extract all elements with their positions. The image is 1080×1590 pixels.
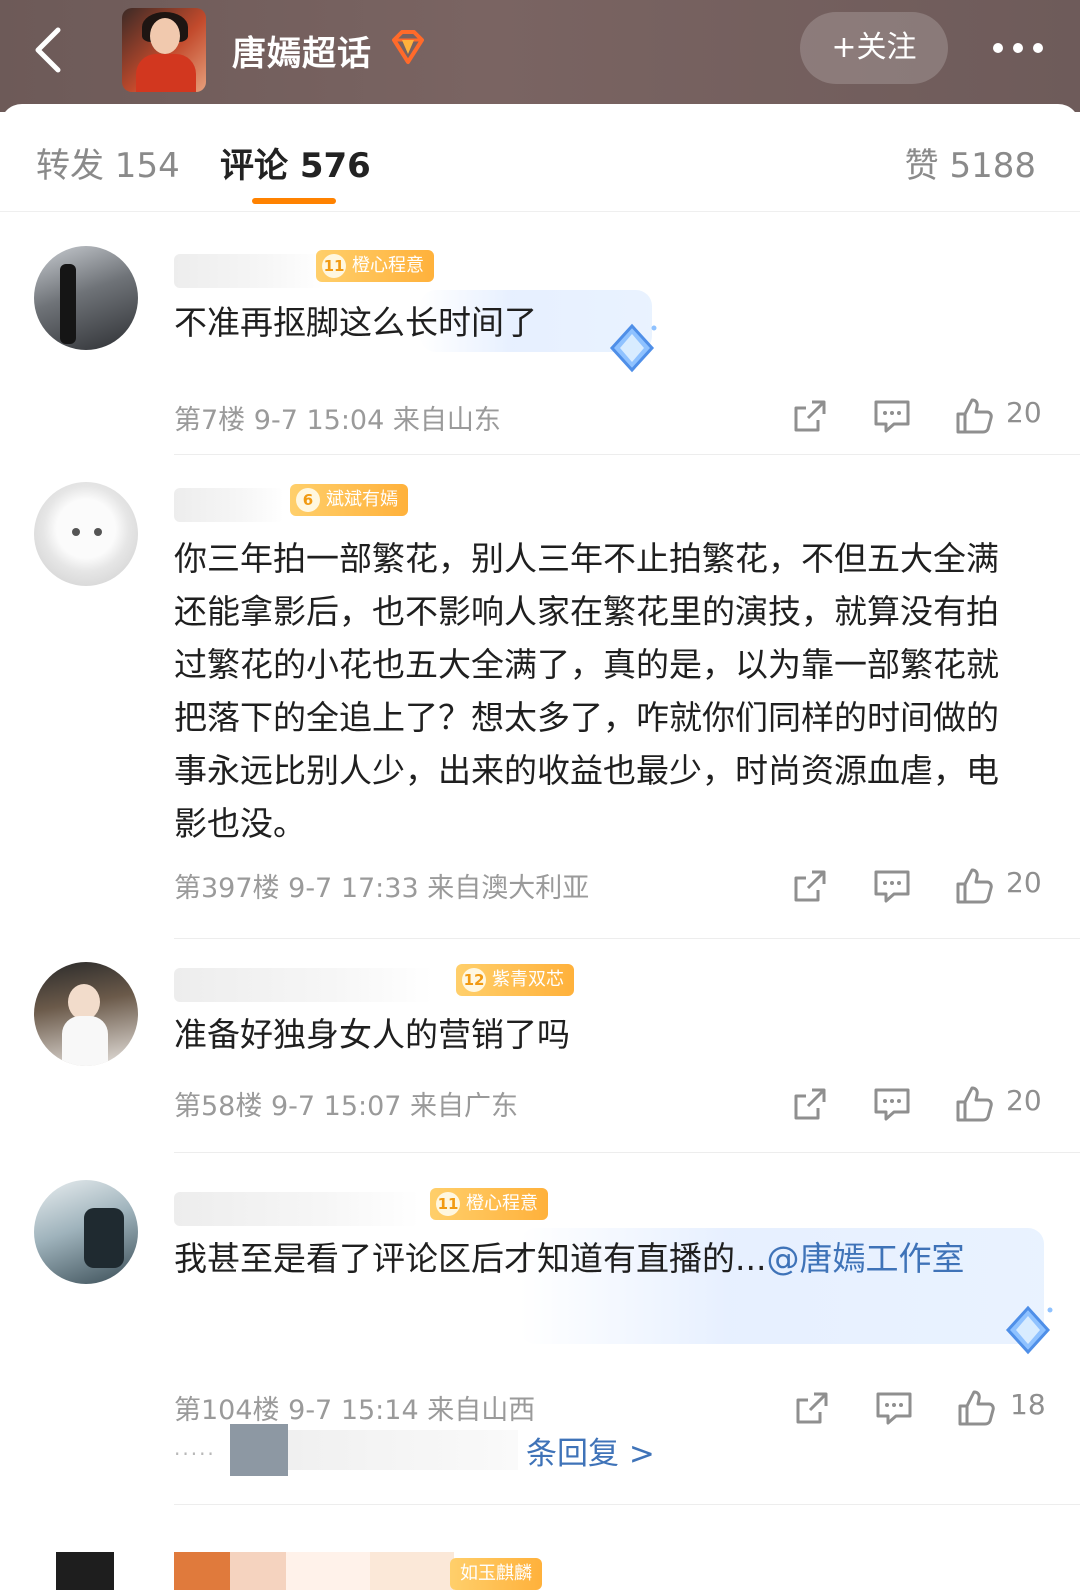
replies-dots: ·····: [174, 1442, 216, 1466]
tab-likes[interactable]: 赞 5188: [905, 138, 1036, 187]
comment-location: 来自澳大利亚: [427, 873, 590, 904]
badge-label: 橙心程意: [466, 1193, 538, 1214]
comment-meta: 第58楼 9-7 15:07 来自广东: [174, 1084, 518, 1123]
like-count: 20: [1006, 866, 1042, 899]
avatar[interactable]: [34, 482, 138, 586]
fan-badge: 12 紫青双芯: [456, 964, 574, 996]
floor-number: 第397楼: [174, 873, 280, 904]
comment-text: 不准再抠脚这么长时间了: [174, 303, 537, 342]
badge-level: 12: [462, 968, 486, 992]
divider: [174, 938, 1080, 939]
share-icon[interactable]: [790, 1084, 830, 1124]
active-tab-indicator: [252, 198, 336, 204]
username-blurred[interactable]: [174, 1192, 420, 1226]
reply-icon[interactable]: [872, 866, 912, 906]
fan-badge: 6 斌斌有嫣: [290, 484, 408, 516]
reply-preview-blurred: [288, 1430, 518, 1470]
like-icon[interactable]: [954, 396, 994, 436]
badge-label: 如玉麒麟: [460, 1563, 532, 1584]
topic-title[interactable]: 唐嫣超话: [232, 26, 372, 75]
badge-level: 11: [436, 1192, 460, 1216]
reply-icon[interactable]: [874, 1388, 914, 1428]
like-icon[interactable]: [954, 1084, 994, 1124]
divider: [174, 1504, 1080, 1505]
floor-number: 第58楼: [174, 1091, 263, 1122]
avatar[interactable]: [34, 962, 138, 1066]
avatar[interactable]: [34, 246, 138, 350]
share-icon[interactable]: [790, 396, 830, 436]
username-blurred[interactable]: [174, 968, 434, 1002]
comment-location: 来自山东: [392, 405, 501, 436]
comment-location: 来自广东: [410, 1091, 519, 1122]
comment-text: 我甚至是看了评论区后才知道有直播的...@唐嫣工作室: [174, 1232, 1014, 1285]
badge-level: 11: [322, 254, 346, 278]
reply-avatar-blurred: [230, 1424, 288, 1476]
fan-badge: 11 橙心程意: [316, 250, 434, 282]
badge-label: 紫青双芯: [492, 969, 564, 990]
comment-meta: 第7楼 9-7 15:04 来自山东: [174, 398, 501, 437]
like-count: 18: [1010, 1388, 1046, 1421]
divider: [174, 1152, 1080, 1153]
username-blurred[interactable]: [174, 1552, 454, 1590]
reply-icon[interactable]: [872, 396, 912, 436]
share-icon[interactable]: [790, 866, 830, 906]
username-blurred[interactable]: [174, 254, 324, 288]
like-count: 20: [1006, 396, 1042, 429]
tab-comments[interactable]: 评论 576: [220, 138, 371, 187]
like-icon[interactable]: [956, 1388, 996, 1428]
diamond-icon: [609, 323, 657, 373]
more-icon[interactable]: [990, 40, 1046, 56]
floor-number: 第7楼: [174, 405, 246, 436]
gem-icon: [392, 30, 424, 64]
fan-badge: 如玉麒麟: [450, 1558, 542, 1590]
comment-meta: 第397楼 9-7 17:33 来自澳大利亚: [174, 866, 589, 905]
tab-repost[interactable]: 转发 154: [36, 138, 180, 187]
follow-button[interactable]: +关注: [800, 12, 948, 84]
view-replies-link[interactable]: 条回复 >: [526, 1428, 655, 1473]
divider: [174, 454, 1080, 455]
topic-header: 唐嫣超话 +关注: [0, 0, 1080, 112]
reply-icon[interactable]: [872, 1084, 912, 1124]
diamond-icon: [1005, 1305, 1053, 1355]
avatar[interactable]: [56, 1552, 114, 1590]
comment-text: 准备好独身女人的营销了吗: [174, 1015, 570, 1054]
comment-time: 9-7 15:07: [270, 1091, 402, 1122]
mention-link[interactable]: @唐嫣工作室: [766, 1239, 964, 1278]
fan-badge: 11 橙心程意: [430, 1188, 548, 1220]
view-replies-row[interactable]: ····· 条回复 >: [174, 1420, 874, 1486]
avatar[interactable]: [34, 1180, 138, 1284]
badge-level: 6: [296, 488, 320, 512]
comment-time: 9-7 15:04: [253, 405, 385, 436]
back-icon[interactable]: [28, 24, 72, 76]
like-count: 20: [1006, 1084, 1042, 1117]
comment-body: 我甚至是看了评论区后才知道有直播的...: [174, 1239, 767, 1278]
tab-bar: 转发 154 评论 576 赞 5188: [0, 104, 1080, 212]
badge-label: 斌斌有嫣: [326, 489, 398, 510]
username-blurred[interactable]: [174, 488, 284, 522]
comment-time: 9-7 17:33: [288, 873, 419, 904]
topic-avatar[interactable]: [122, 8, 206, 92]
like-icon[interactable]: [954, 866, 994, 906]
comment-item-partial: 如玉麒麟: [0, 1520, 1080, 1590]
badge-label: 橙心程意: [352, 255, 424, 276]
comment-text: 你三年拍一部繁花，别人三年不止拍繁花，不但五大全满还能拿影后，也不影响人家在繁花…: [174, 539, 999, 843]
